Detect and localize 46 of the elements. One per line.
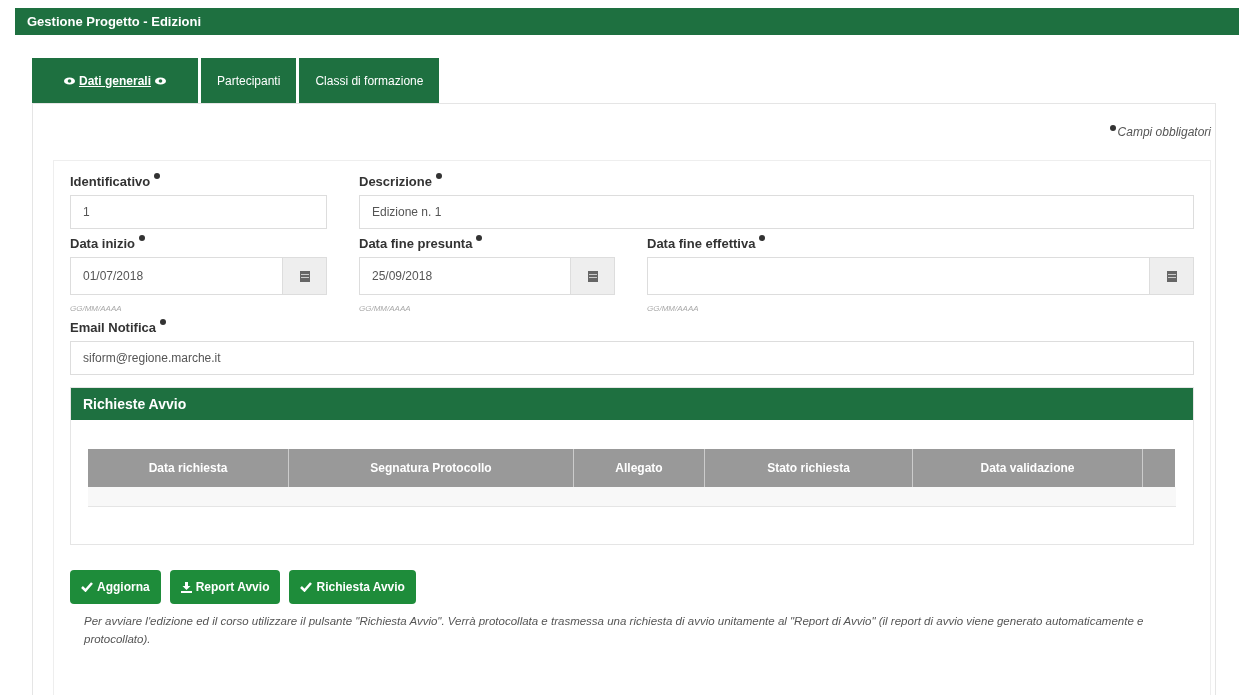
check-icon — [81, 582, 93, 592]
field-label: Descrizione — [359, 172, 432, 191]
input-field[interactable]: Edizione n. 1 — [359, 195, 1194, 229]
required-dot-icon — [1109, 125, 1116, 131]
check-icon — [300, 582, 313, 592]
action-button[interactable]: Aggiorna — [70, 570, 161, 604]
date-field[interactable]: 01/07/2018 — [70, 257, 327, 295]
required-dot-icon — [154, 172, 161, 179]
input-field[interactable]: 1 — [70, 195, 327, 229]
column-header — [1143, 449, 1175, 487]
action-button[interactable]: Report Avvio — [169, 570, 281, 604]
required-dot-icon — [436, 172, 442, 179]
page-header: Gestione Progetto - Edizioni — [15, 8, 1239, 35]
field-label: Data inizio — [70, 234, 135, 253]
field-label: Email Notifica — [70, 318, 156, 337]
instruction-note: Per avviare l'edizione ed il corso utilizzare il pulsante "Richiesta Avvio". Verrà protocollata e trasmessa una richiesta di avvio unitamente al "Report di Avvio" (il report di avvio viene generato automaticamente e protocollato). — [82, 614, 1145, 647]
date-field[interactable]: 25/09/2018 — [359, 257, 615, 295]
column-header: Data validazione — [913, 449, 1143, 487]
column-header: Allegato — [574, 449, 705, 487]
action-button[interactable]: Richiesta Avvio — [289, 570, 416, 604]
tab[interactable]: Classi di formazione — [299, 58, 440, 103]
eye-icon — [64, 76, 75, 85]
format-hint: GG/MM/AAAA — [647, 303, 700, 315]
eye-icon — [155, 76, 166, 85]
calendar-icon — [587, 270, 598, 282]
column-header: Data richiesta — [88, 449, 289, 487]
input-field[interactable]: siform@regione.marche.it — [70, 341, 1194, 375]
calendar-icon — [299, 270, 310, 282]
tab[interactable]: Dati generali — [32, 58, 198, 103]
field-label: Data fine effettiva — [647, 234, 756, 253]
required-dot-icon — [159, 318, 166, 325]
column-header: Segnatura Protocollo — [289, 449, 574, 487]
column-header: Stato richiesta — [705, 449, 913, 487]
format-hint: GG/MM/AAAA — [70, 303, 123, 315]
download-icon — [180, 581, 192, 593]
date-field[interactable] — [647, 257, 1194, 295]
section-header: Richieste Avvio — [71, 388, 1193, 420]
required-dot-icon — [476, 234, 483, 241]
format-hint: GG/MM/AAAA — [359, 303, 412, 315]
tab[interactable]: Partecipanti — [201, 58, 297, 103]
calendar-icon — [1166, 270, 1177, 282]
required-dot-icon — [139, 234, 145, 241]
field-label: Data fine presunta — [359, 234, 473, 253]
field-label: Identificativo — [70, 172, 151, 191]
required-note: Campi obbligatori — [1117, 124, 1211, 141]
required-dot-icon — [759, 234, 766, 241]
